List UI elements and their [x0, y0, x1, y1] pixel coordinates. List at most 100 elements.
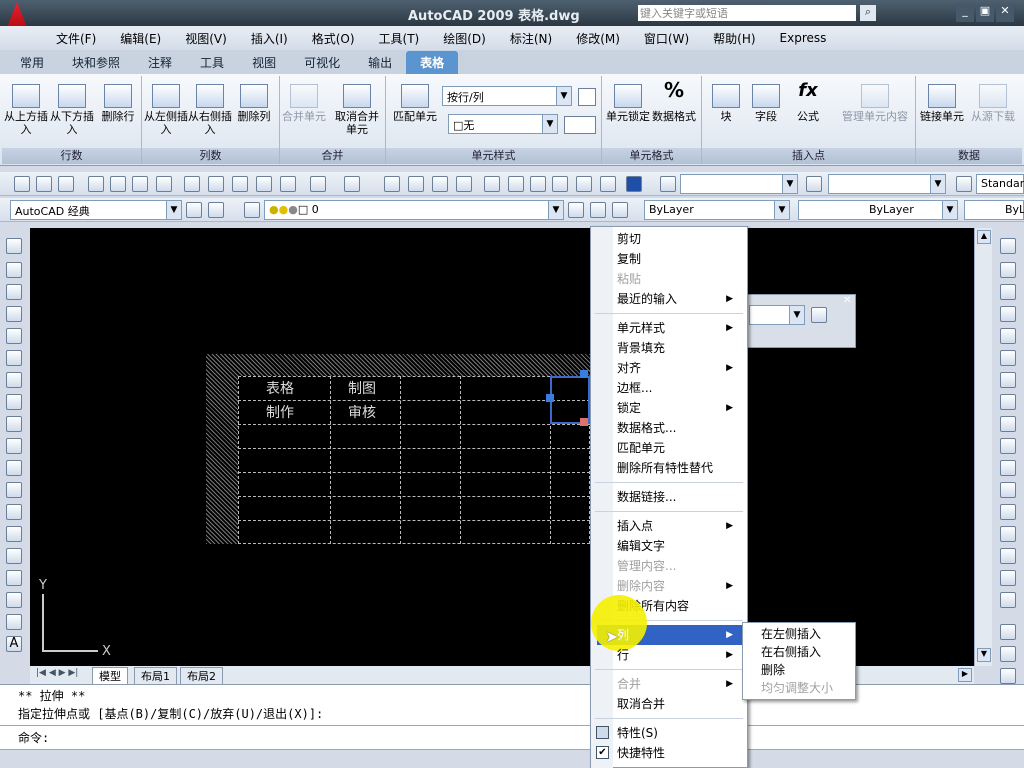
trim-icon[interactable]: [1000, 438, 1016, 454]
scroll-up-icon[interactable]: ▲: [977, 230, 991, 244]
ellipse-icon[interactable]: [6, 438, 22, 454]
layer-manager-icon[interactable]: [244, 202, 260, 218]
table-cell[interactable]: 表格: [266, 378, 294, 398]
save-icon[interactable]: [58, 176, 74, 192]
tab-table[interactable]: 表格: [406, 51, 459, 74]
submenu-insert-right[interactable]: 在右侧插入: [761, 643, 821, 661]
menu-item-quick-properties[interactable]: 快捷特性: [617, 744, 665, 762]
menu-item-match-cell[interactable]: 匹配单元: [617, 439, 665, 457]
rotate-icon[interactable]: [1000, 372, 1016, 388]
menu-item-border[interactable]: 边框...: [617, 379, 652, 397]
menu-file[interactable]: 文件(F): [44, 30, 108, 47]
make-block-icon[interactable]: [6, 504, 22, 520]
floating-select[interactable]: ▼: [749, 305, 805, 325]
workspace-select[interactable]: AutoCAD 经典 ▼: [10, 200, 182, 220]
grip-handle[interactable]: [580, 370, 588, 378]
menu-draw[interactable]: 绘图(D): [431, 30, 498, 47]
unmerge-cells-button[interactable]: 取消合并单元: [330, 84, 384, 136]
manage-cell-content-button[interactable]: 管理单元内容: [836, 84, 914, 123]
menu-dimension[interactable]: 标注(N): [498, 30, 564, 47]
cut-icon[interactable]: [184, 176, 200, 192]
menu-item-edit-text[interactable]: 编辑文字: [617, 537, 665, 555]
region-icon[interactable]: [6, 592, 22, 608]
menu-item-manage-content[interactable]: 管理内容...: [617, 557, 676, 575]
publish-icon[interactable]: [132, 176, 148, 192]
menu-item-cut[interactable]: 剪切: [617, 230, 641, 248]
rectangle-icon[interactable]: [6, 328, 22, 344]
table-style-select[interactable]: Standar: [976, 174, 1024, 194]
dim-style-select[interactable]: ▼: [828, 174, 946, 194]
ellipse-arc-icon[interactable]: [6, 460, 22, 476]
menu-item-copy[interactable]: 复制: [617, 250, 641, 268]
markup-icon[interactable]: [576, 176, 592, 192]
selected-cell[interactable]: [550, 376, 590, 424]
menu-item-bg-fill[interactable]: 背景填充: [617, 339, 665, 357]
menu-item-lock[interactable]: 锁定 ▶: [617, 399, 741, 417]
menu-item-paste[interactable]: 粘贴: [617, 270, 641, 288]
maximize-button[interactable]: ▣: [976, 4, 994, 22]
submenu-even-size[interactable]: 均匀调整大小: [761, 679, 833, 697]
point-icon[interactable]: [6, 526, 22, 542]
menu-item-delete-content[interactable]: 删除内容 ▶: [617, 577, 741, 595]
menu-modify[interactable]: 修改(M): [564, 30, 632, 47]
menu-item-unmerge[interactable]: 取消合并: [617, 695, 665, 713]
delete-row-button[interactable]: 删除行: [96, 84, 140, 123]
fillet-icon[interactable]: [1000, 570, 1016, 586]
print-icon[interactable]: [88, 176, 104, 192]
cell-lock-button[interactable]: 单元锁定: [606, 84, 650, 123]
formula-button[interactable]: fx 公式: [786, 82, 830, 124]
fill-color-select[interactable]: □无 ▼: [448, 114, 558, 134]
break-icon[interactable]: [1000, 504, 1016, 520]
menu-item-row[interactable]: 行 ▶: [617, 646, 741, 664]
stretch-icon[interactable]: [1000, 416, 1016, 432]
menu-insert[interactable]: 插入(I): [239, 30, 300, 47]
field-button[interactable]: 字段: [744, 84, 788, 123]
match-cell-button[interactable]: 匹配单元: [390, 84, 440, 123]
tab-blocks[interactable]: 块和参照: [58, 51, 134, 74]
sheet-set-icon[interactable]: [552, 176, 568, 192]
color-select[interactable]: ByLayer ▼: [644, 200, 790, 220]
design-center-icon[interactable]: [508, 176, 524, 192]
grip-handle[interactable]: [580, 418, 588, 426]
menu-window[interactable]: 窗口(W): [632, 30, 701, 47]
menu-item-align[interactable]: 对齐 ▶: [617, 359, 741, 377]
menu-item-recent-input[interactable]: 最近的输入 ▶: [617, 290, 741, 308]
gradient-icon[interactable]: [6, 570, 22, 586]
menu-item-insert-point[interactable]: 插入点 ▶: [617, 517, 741, 535]
table-icon[interactable]: [6, 614, 22, 630]
insert-col-left-button[interactable]: 从左侧插入: [144, 84, 188, 136]
linetype-select[interactable]: ByLayer ▼: [798, 200, 958, 220]
table-cell[interactable]: 制图: [348, 378, 376, 398]
search-icon[interactable]: ⌕: [860, 5, 876, 21]
arc-icon[interactable]: [6, 350, 22, 366]
new-icon[interactable]: [14, 176, 30, 192]
mtext-icon[interactable]: A: [6, 636, 22, 652]
menu-item-merge[interactable]: 合并 ▶: [617, 675, 741, 693]
menu-help[interactable]: 帮助(H): [701, 30, 767, 47]
menu-item-data-link[interactable]: 数据链接...: [617, 488, 676, 506]
insert-block-icon[interactable]: [6, 482, 22, 498]
link-cell-button[interactable]: 链接单元: [920, 84, 964, 123]
line-icon[interactable]: [6, 238, 22, 254]
erase-icon[interactable]: [1000, 238, 1016, 254]
submenu-insert-left[interactable]: 在左侧插入: [761, 625, 821, 643]
search-input[interactable]: 键入关键字或短语: [638, 5, 856, 21]
polygon-icon[interactable]: [6, 306, 22, 322]
tab-home[interactable]: 常用: [6, 51, 58, 74]
scale-icon[interactable]: [1000, 394, 1016, 410]
zoom-previous-icon[interactable]: [456, 176, 472, 192]
menu-item-remove-overrides[interactable]: 删除所有特性替代: [617, 459, 713, 477]
lineweight-select[interactable]: ByL: [964, 200, 1024, 220]
draworder-front-icon[interactable]: [1000, 646, 1016, 662]
menu-tools[interactable]: 工具(T): [367, 30, 432, 47]
block-button[interactable]: 块: [704, 84, 748, 123]
tab-layout1[interactable]: 布局1: [134, 667, 177, 685]
menu-express[interactable]: Express: [768, 31, 839, 45]
scroll-down-icon[interactable]: ▼: [977, 648, 991, 662]
draworder-back-icon[interactable]: [1000, 668, 1016, 684]
table-cell[interactable]: 审核: [348, 402, 376, 422]
command-prompt[interactable]: 命令:: [18, 729, 49, 746]
tab-visualize[interactable]: 可视化: [290, 51, 354, 74]
menu-format[interactable]: 格式(O): [300, 30, 367, 47]
borders-icon[interactable]: [578, 88, 596, 106]
